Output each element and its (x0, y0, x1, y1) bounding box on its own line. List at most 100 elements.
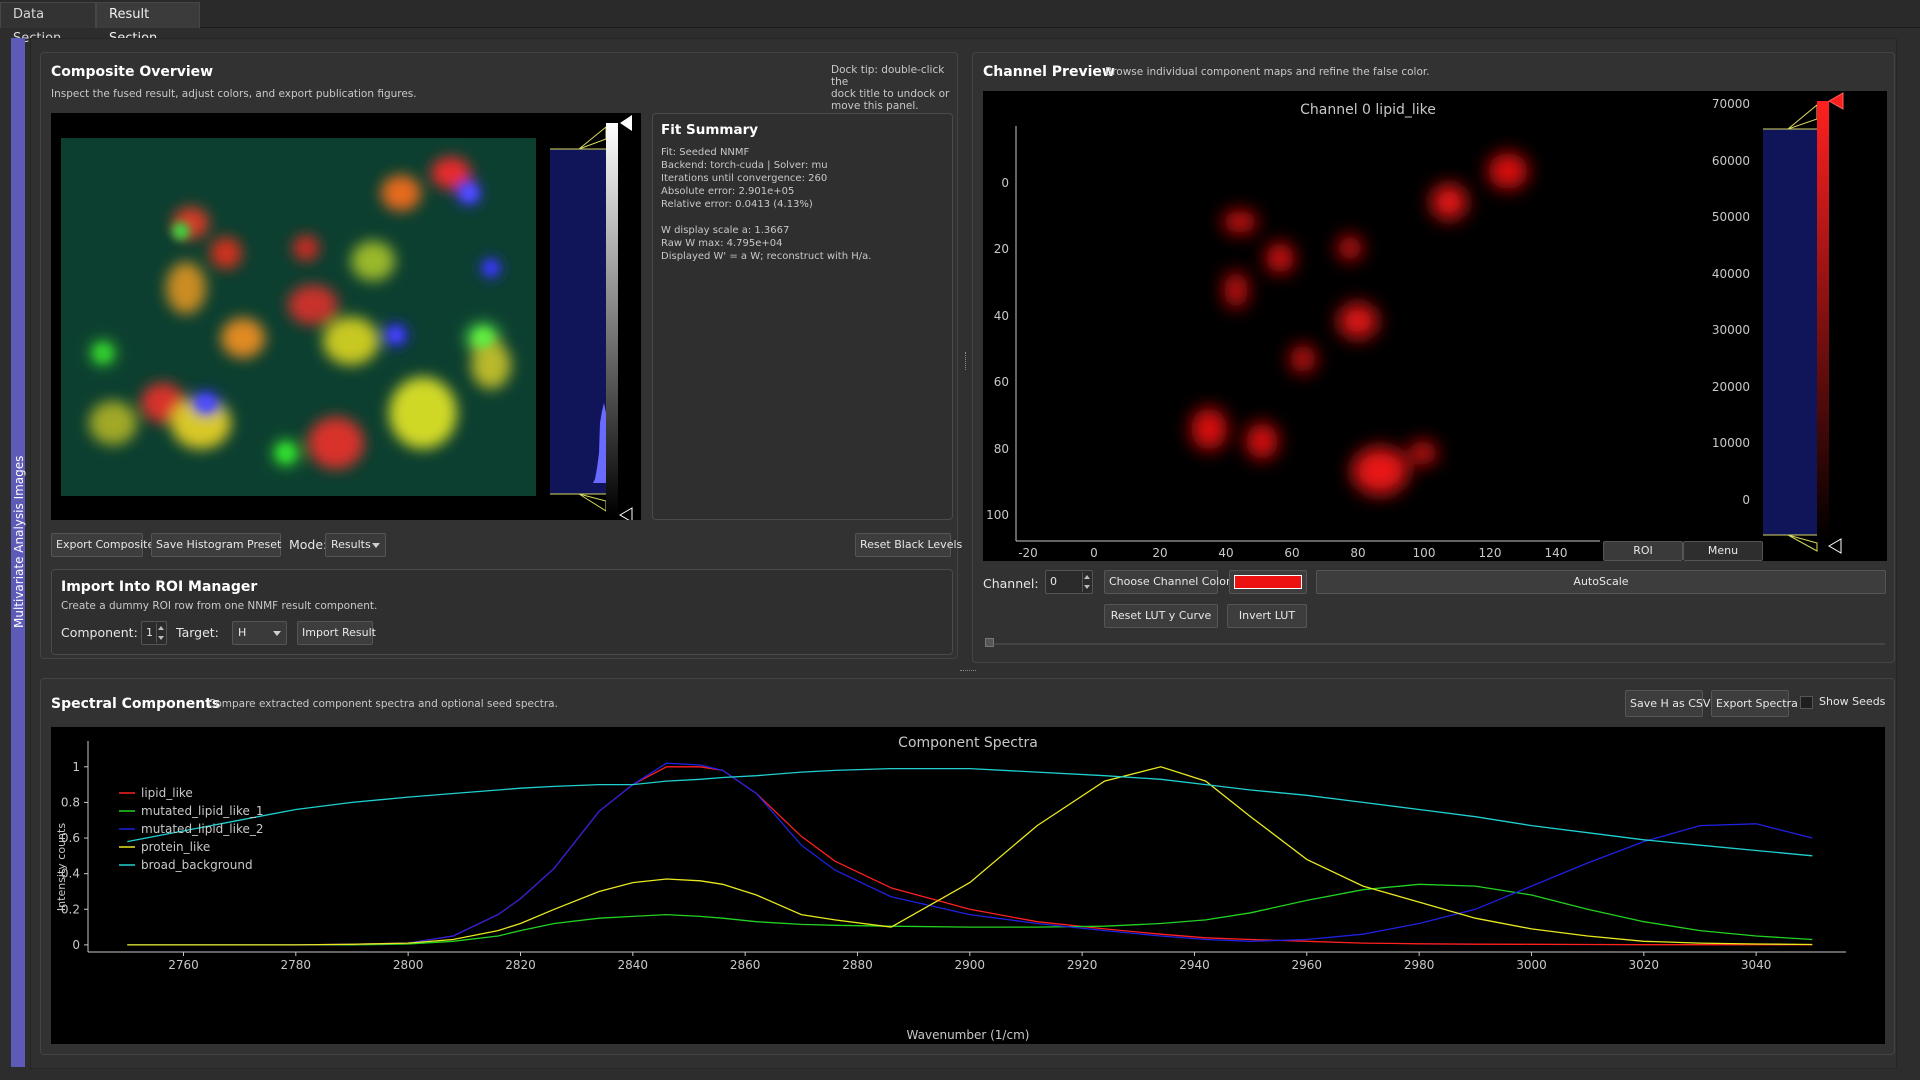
series-line-protein_like (127, 766, 1813, 946)
y-tick-label: 80 (994, 442, 1009, 456)
save-histogram-preset-button[interactable]: Save Histogram Preset (151, 533, 281, 557)
legend-label: lipid_like (141, 786, 193, 800)
fit-line (661, 211, 871, 224)
channel-value: 0 (1050, 575, 1057, 588)
spin-down-icon[interactable] (1082, 582, 1091, 592)
invert-lut-button[interactable]: Invert LUT (1227, 604, 1307, 628)
y-tick-label: 60 (994, 375, 1009, 389)
spin-up-icon[interactable] (1082, 572, 1091, 582)
slider-handle[interactable] (985, 638, 994, 647)
fit-line: Fit: Seeded NNMF (661, 147, 750, 158)
export-spectra-button[interactable]: Export Spectra (1711, 690, 1798, 717)
reset-black-levels-button[interactable]: Reset Black Levels (855, 533, 962, 557)
spectral-panel: Spectral Components Compare extracted co… (40, 678, 1895, 1055)
hist-tick-label: 10000 (1712, 436, 1750, 450)
x-tick-label: 2840 (618, 958, 649, 972)
roi-import-box: Import Into ROI Manager Create a dummy R… (51, 569, 953, 655)
channel-preview-title: Channel Preview (983, 64, 1115, 80)
y-tick-label: 20 (994, 242, 1009, 256)
show-seeds-checkbox[interactable] (1800, 696, 1813, 709)
tab-bar: Data Section Result Section (0, 0, 1920, 46)
spectra-xlabel: Wavenumber (1/cm) (907, 1028, 1030, 1042)
lut-gradient[interactable] (1817, 101, 1829, 541)
spectral-title: Spectral Components (51, 696, 221, 712)
y-tick-label: 100 (986, 508, 1009, 522)
hist-tick-label: 40000 (1712, 267, 1750, 281)
spectra-axes: 2760 2780 2800 2820 2840 2860 2880 2900 2920 2940… (61, 741, 1846, 972)
x-ticks: -20 0 20 40 60 80 100 120 140 160 180 (1018, 546, 1699, 560)
x-tick-label: 20 (1152, 546, 1167, 560)
tab-data-section[interactable]: Data Section (0, 2, 96, 46)
x-tick-label: 3020 (1629, 958, 1660, 972)
legend-label: mutated_lipid_like_2 (141, 822, 264, 836)
fit-summary-title: Fit Summary (661, 122, 759, 138)
slider-track[interactable] (985, 643, 1885, 645)
hist-tick-label: 0 (1742, 493, 1750, 507)
series-line-broad_background (127, 767, 1813, 857)
horizontal-splitter-handle[interactable] (960, 670, 976, 672)
menu-button[interactable]: Menu (1683, 541, 1763, 561)
fit-line: Iterations until convergence: 260 (661, 173, 828, 184)
composite-title: Composite Overview (51, 64, 214, 80)
channel-image-blobs (1191, 153, 1528, 495)
reset-lut-button[interactable]: Reset LUT y Curve (1104, 604, 1218, 628)
fit-line: Absolute error: 2.901e+05 (661, 186, 795, 197)
channel-plot-title: Channel 0 lipid_like (1300, 102, 1436, 118)
composite-view[interactable] (51, 113, 641, 523)
mode-value: Results (331, 538, 371, 551)
import-result-button[interactable]: Import Result (297, 621, 376, 645)
y-tick-label: 0.8 (61, 795, 80, 809)
dock-tip-line: dock title to undock or (831, 88, 950, 100)
legend-label: mutated_lipid_like_1 (141, 804, 264, 818)
hist-tick-label: 30000 (1712, 323, 1750, 337)
spectra-legend: lipid_like mutated_lipid_like_1 mutated_li… (119, 786, 264, 872)
roi-button[interactable]: ROI (1603, 541, 1683, 561)
component-label: Component: (61, 625, 138, 640)
y-tick-label: 0 (72, 938, 80, 952)
y-tick-label: 40 (994, 309, 1009, 323)
channel-color-swatch[interactable] (1229, 570, 1307, 594)
x-tick-label: 120 (1479, 546, 1502, 560)
autoscale-button[interactable]: AutoScale (1316, 570, 1886, 594)
target-select[interactable]: H (232, 621, 287, 645)
target-value: H (238, 626, 247, 639)
x-tick-label: 80 (1350, 546, 1365, 560)
channel-preview-panel: Channel Preview Browse individual compon… (972, 52, 1895, 663)
x-tick-label: 2800 (393, 958, 424, 972)
chevron-down-icon (372, 543, 380, 548)
roi-import-title: Import Into ROI Manager (61, 579, 258, 595)
hist-tick-label: 50000 (1712, 210, 1750, 224)
composite-image[interactable] (51, 113, 641, 523)
mode-label: Mode: (289, 537, 328, 552)
composite-panel: Composite Overview Inspect the fused res… (40, 52, 962, 659)
fit-line: Backend: torch-cuda | Solver: mu (661, 160, 828, 171)
series-line-lipid_like (127, 766, 1813, 946)
mode-select[interactable]: Results (325, 533, 386, 557)
x-tick-label: 2960 (1292, 958, 1323, 972)
spectra-chart[interactable]: Component Spectra Wavenumber (1/cm) Inte… (51, 727, 1885, 1044)
hist-tick-label: 20000 (1712, 380, 1750, 394)
x-tick-label: 140 (1545, 546, 1568, 560)
save-h-csv-button[interactable]: Save H as CSV (1625, 690, 1710, 717)
x-tick-label: 2880 (842, 958, 873, 972)
export-composite-button[interactable]: Export Composite (51, 533, 154, 557)
tab-result-section[interactable]: Result Section (96, 2, 200, 46)
channel-plot-svg[interactable]: Channel 0 lipid_like 0 20 40 60 80 100 1… (983, 91, 1887, 588)
choose-channel-color-button[interactable]: Choose Channel Color (1104, 570, 1230, 594)
color-swatch-fill (1234, 575, 1302, 589)
vertical-splitter-handle[interactable] (965, 352, 967, 370)
component-spinbox[interactable]: 1 (141, 621, 167, 645)
fit-line: W display scale a: 1.3667 (661, 225, 790, 236)
fit-line: Displayed W' = a W; reconstruct with H/a… (661, 251, 872, 262)
y-tick-label: 0.4 (61, 867, 80, 881)
x-tick-label: 3040 (1741, 958, 1772, 972)
x-tick-label: 2780 (281, 958, 312, 972)
hist-tick-label: 60000 (1712, 154, 1750, 168)
target-label: Target: (176, 625, 219, 640)
channel-plot[interactable]: Channel 0 lipid_like 0 20 40 60 80 100 1… (983, 91, 1887, 588)
spin-up-icon[interactable] (156, 623, 165, 633)
spin-down-icon[interactable] (156, 633, 165, 643)
spectra-plot[interactable]: Component Spectra Wavenumber (1/cm) Inte… (51, 727, 1885, 1044)
channel-spinbox[interactable]: 0 (1045, 570, 1093, 594)
dock-tip-line: move this panel. (831, 100, 919, 112)
